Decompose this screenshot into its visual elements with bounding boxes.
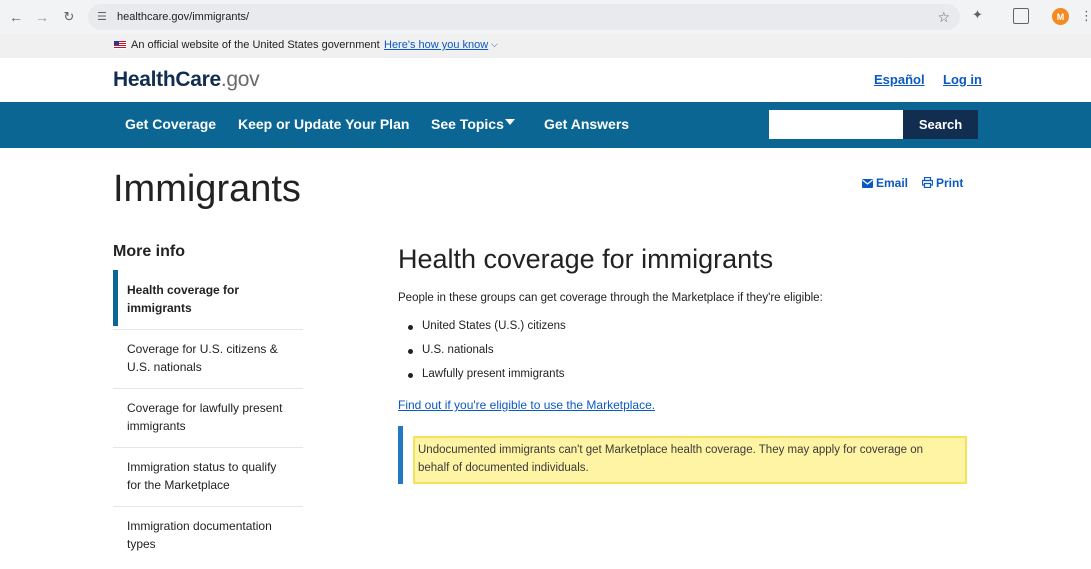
undocumented-alert: Undocumented immigrants can't get Market… <box>413 436 967 484</box>
sidebar-item-immigration-status[interactable]: Immigration status to qualify for the Ma… <box>113 458 303 494</box>
sidebar-item-label: Health coverage for <box>127 283 240 297</box>
alert-text: Undocumented immigrants can't get Market… <box>418 444 924 456</box>
email-link[interactable]: Email <box>862 176 908 190</box>
sidebar-divider <box>113 329 303 330</box>
sidebar-title: More info <box>113 243 185 260</box>
print-label: Print <box>936 176 964 190</box>
extensions-icon[interactable]: ✦ <box>972 7 990 25</box>
sidebar-item-label: immigrants <box>127 301 192 315</box>
eligible-groups-list: United States (U.S.) citizens U.S. natio… <box>408 320 566 392</box>
page-title: Immigrants <box>113 168 301 210</box>
cast-icon[interactable] <box>1013 8 1029 24</box>
heres-how-you-know-link[interactable]: Here's how you know <box>384 39 488 51</box>
search-button[interactable]: Search <box>903 110 978 139</box>
caret-down-icon[interactable] <box>505 119 515 125</box>
nav-see-topics[interactable]: See Topics <box>431 116 504 132</box>
content-title: Health coverage for immigrants <box>398 244 774 274</box>
forward-arrow-icon[interactable]: → <box>32 7 52 27</box>
healthcare-gov-logo[interactable]: HealthCare.gov <box>113 68 260 92</box>
list-item: Lawfully present immigrants <box>408 368 566 392</box>
eligibility-link[interactable]: Find out if you're eligible to use the M… <box>398 398 655 412</box>
sidebar-item-label: for the Marketplace <box>127 478 230 492</box>
list-item: United States (U.S.) citizens <box>408 320 566 344</box>
sidebar-divider <box>113 506 303 507</box>
logo-care-text: Care <box>175 68 221 91</box>
sidebar-item-health-coverage[interactable]: Health coverage for immigrants <box>113 270 303 326</box>
url-text: healthcare.gov/immigrants/ <box>117 11 250 23</box>
sidebar-item-lawfully-present[interactable]: Coverage for lawfully present immigrants <box>113 399 303 435</box>
list-item: U.S. nationals <box>408 344 566 368</box>
logo-health-text: Health <box>113 68 176 91</box>
sidebar-item-citizens-nationals[interactable]: Coverage for U.S. citizens & U.S. nation… <box>113 340 303 376</box>
sidebar-divider <box>113 447 303 448</box>
back-arrow-icon[interactable]: ← <box>6 7 26 27</box>
sidebar-item-label: Coverage for U.S. citizens & <box>127 342 278 356</box>
sidebar-item-label: immigrants <box>127 419 186 433</box>
logo-gov-text: .gov <box>220 68 260 91</box>
sidebar-item-label: types <box>127 537 156 551</box>
printer-icon <box>922 177 933 188</box>
us-flag-icon <box>114 41 126 49</box>
address-bar[interactable]: ☰ healthcare.gov/immigrants/ ☆ <box>88 4 960 30</box>
alert-text: behalf of documented individuals. <box>418 461 589 474</box>
bookmark-star-icon[interactable]: ☆ <box>937 9 950 26</box>
sidebar-divider <box>113 388 303 389</box>
email-label: Email <box>876 176 909 190</box>
profile-avatar[interactable]: M <box>1052 8 1069 25</box>
sidebar-item-label: U.S. nationals <box>127 360 202 374</box>
envelope-icon <box>862 179 873 188</box>
reload-icon[interactable]: ↻ <box>59 7 79 27</box>
content-intro: People in these groups can get coverage … <box>398 292 823 304</box>
sidebar-item-label: Immigration documentation <box>127 519 272 533</box>
gov-banner-text: An official website of the United States… <box>131 39 380 51</box>
espanol-link[interactable]: Español <box>874 72 925 87</box>
sidebar-item-label: Immigration status to qualify <box>127 460 277 474</box>
site-settings-icon[interactable]: ☰ <box>97 11 109 23</box>
sidebar-item-documentation-types[interactable]: Immigration documentation types <box>113 517 303 553</box>
search-input[interactable] <box>769 110 903 139</box>
nav-get-answers[interactable]: Get Answers <box>544 116 629 132</box>
nav-keep-update-plan[interactable]: Keep or Update Your Plan <box>238 116 409 132</box>
nav-get-coverage[interactable]: Get Coverage <box>125 116 216 132</box>
print-link[interactable]: Print <box>922 176 963 190</box>
chevron-down-icon[interactable]: ⌵ <box>491 39 498 50</box>
sidebar-item-label: Coverage for lawfully present <box>127 401 283 415</box>
browser-menu-icon[interactable]: ⋮ <box>1080 8 1091 24</box>
alert-accent-bar <box>398 426 403 484</box>
login-link[interactable]: Log in <box>943 72 982 87</box>
